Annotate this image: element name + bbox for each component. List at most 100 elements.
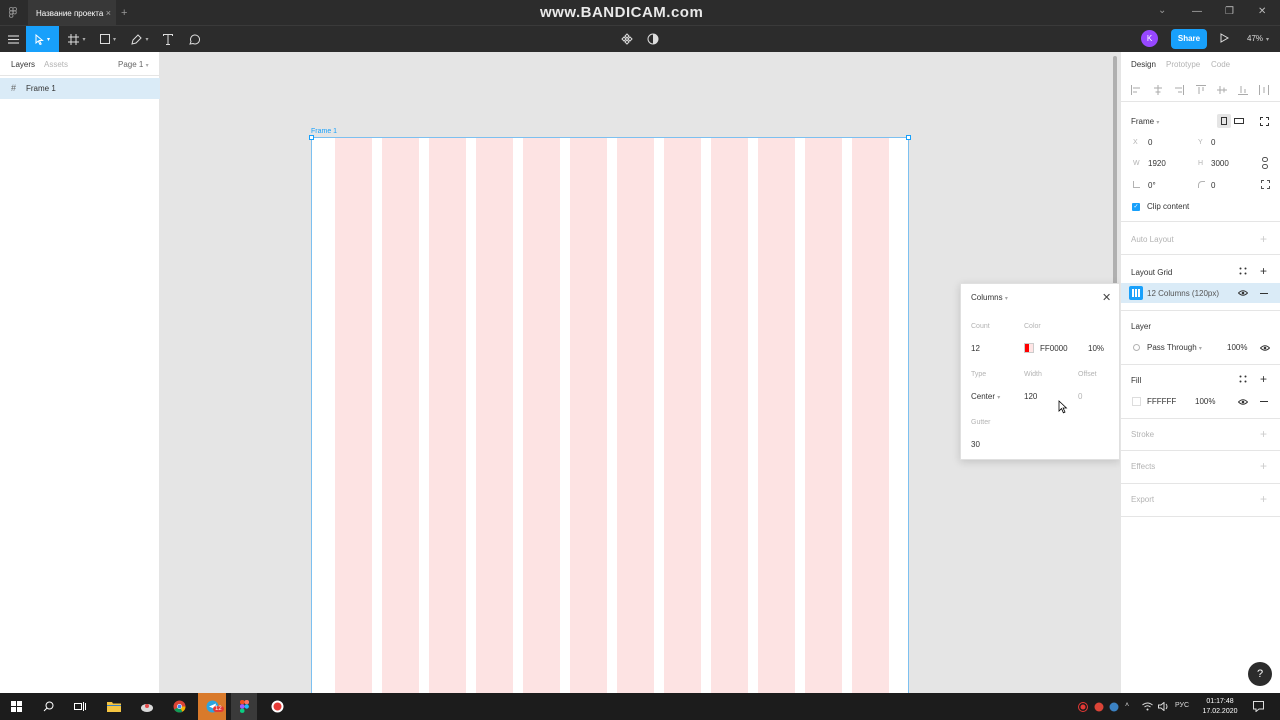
share-button[interactable]: Share <box>1171 29 1207 49</box>
network-tray-icon[interactable] <box>1109 702 1119 712</box>
width-input[interactable]: 120 <box>1024 392 1037 401</box>
shape-tool[interactable]: ▾ <box>95 26 121 52</box>
blend-mode-dropdown[interactable]: Pass Through ▾ <box>1147 343 1202 352</box>
tab-design[interactable]: Design <box>1131 60 1156 69</box>
app-tray-icon[interactable] <box>1094 702 1104 712</box>
color-opacity-input[interactable]: 10% <box>1088 344 1104 353</box>
clip-content-checkbox[interactable]: ✓ <box>1132 203 1140 211</box>
tab-prototype[interactable]: Prototype <box>1166 60 1200 69</box>
app-icon-bird[interactable] <box>134 693 160 720</box>
chevron-down-icon[interactable]: ⌄ <box>1158 5 1166 16</box>
record-tray-icon[interactable] <box>1078 702 1088 712</box>
align-center-h-icon[interactable] <box>1153 85 1163 95</box>
portrait-toggle[interactable] <box>1217 114 1231 128</box>
fill-opacity-input[interactable]: 100% <box>1195 397 1215 406</box>
search-button[interactable] <box>36 693 60 720</box>
add-effect-icon[interactable]: + <box>1260 460 1267 472</box>
width-input[interactable]: 1920 <box>1148 159 1166 168</box>
align-left-icon[interactable] <box>1131 85 1141 95</box>
align-right-icon[interactable] <box>1174 85 1184 95</box>
add-auto-layout-icon[interactable]: + <box>1260 233 1267 245</box>
x-input[interactable]: 0 <box>1148 138 1152 147</box>
independent-corners-icon[interactable] <box>1261 180 1270 189</box>
close-tab-icon[interactable]: × <box>106 8 111 18</box>
rotation-input[interactable]: 0° <box>1148 181 1156 190</box>
close-window-button[interactable]: ✕ <box>1258 6 1266 17</box>
grid-styles-icon[interactable] <box>1239 267 1247 275</box>
constrain-proportions-icon[interactable] <box>1262 157 1268 169</box>
eye-icon[interactable] <box>1260 345 1270 351</box>
new-tab-button[interactable]: + <box>121 7 127 19</box>
fill-color-swatch[interactable] <box>1132 397 1141 406</box>
remove-fill-icon[interactable] <box>1260 401 1268 402</box>
add-export-icon[interactable]: + <box>1260 493 1267 505</box>
close-icon[interactable]: ✕ <box>1102 291 1111 304</box>
grid-type-dropdown[interactable]: Columns ▾ <box>971 293 1008 302</box>
eye-icon[interactable] <box>1238 290 1248 296</box>
help-button[interactable]: ? <box>1248 662 1272 686</box>
zoom-dropdown[interactable]: 47% ▾ <box>1247 34 1269 43</box>
move-tool[interactable]: ▾ <box>26 26 59 52</box>
explorer-app[interactable] <box>101 693 127 720</box>
user-avatar[interactable]: K <box>1141 30 1158 47</box>
restore-button[interactable]: ❐ <box>1225 6 1234 17</box>
project-tab[interactable]: Название проекта × <box>28 0 116 25</box>
add-fill-icon[interactable]: + <box>1260 373 1267 385</box>
color-swatch[interactable] <box>1024 343 1034 353</box>
add-stroke-icon[interactable]: + <box>1260 428 1267 440</box>
frame-1[interactable] <box>311 137 909 693</box>
type-dropdown[interactable]: Center ▾ <box>971 392 1000 401</box>
comment-tool[interactable] <box>184 26 204 52</box>
align-middle-icon[interactable] <box>1217 85 1227 95</box>
telegram-app[interactable]: 12 <box>198 693 226 720</box>
tab-assets[interactable]: Assets <box>44 60 68 69</box>
y-input[interactable]: 0 <box>1211 138 1215 147</box>
align-top-icon[interactable] <box>1196 85 1206 95</box>
height-input[interactable]: 3000 <box>1211 159 1229 168</box>
layout-grid-item[interactable]: 12 Columns (120px) <box>1121 283 1280 303</box>
tab-layers[interactable]: Layers <box>11 60 35 69</box>
minimize-button[interactable]: — <box>1192 6 1202 17</box>
menu-icon[interactable] <box>2 26 24 52</box>
fill-hex-input[interactable]: FFFFFF <box>1147 397 1176 406</box>
volume-icon[interactable] <box>1158 702 1169 711</box>
tab-code[interactable]: Code <box>1211 60 1230 69</box>
contrast-icon[interactable] <box>643 26 663 52</box>
pen-tool[interactable]: ▾ <box>127 26 153 52</box>
resize-handle-top-right[interactable] <box>906 135 911 140</box>
chevron-up-icon[interactable]: ˄ <box>1125 702 1129 709</box>
components-icon[interactable] <box>617 26 637 52</box>
frame-tool[interactable]: ▾ <box>64 26 90 52</box>
columns-grid-icon[interactable] <box>1129 286 1143 300</box>
resize-to-fit-icon[interactable] <box>1260 117 1269 126</box>
text-tool[interactable] <box>158 26 178 52</box>
chrome-app[interactable] <box>166 693 192 720</box>
wifi-icon[interactable] <box>1142 702 1153 711</box>
layer-row-frame-1[interactable]: # Frame 1 <box>0 78 160 99</box>
figma-app[interactable] <box>231 693 257 720</box>
count-input[interactable]: 12 <box>971 344 980 353</box>
resize-handle-top-left[interactable] <box>309 135 314 140</box>
remove-grid-icon[interactable] <box>1260 293 1268 294</box>
corner-radius-input[interactable]: 0 <box>1211 181 1215 190</box>
clock[interactable]: 01:17:48 17.02.2020 <box>1197 697 1243 717</box>
color-hex-input[interactable]: FF0000 <box>1040 344 1068 353</box>
bandicam-app[interactable] <box>263 693 291 720</box>
distribute-icon[interactable] <box>1259 85 1269 95</box>
frame-preset-dropdown[interactable]: Frame ▾ <box>1131 117 1159 126</box>
start-button[interactable] <box>4 693 28 720</box>
page-selector[interactable]: Page 1 ▾ <box>118 60 149 69</box>
landscape-icon[interactable] <box>1234 118 1244 124</box>
layer-opacity-input[interactable]: 100% <box>1227 343 1247 352</box>
notifications-icon[interactable] <box>1253 701 1264 712</box>
add-layout-grid-icon[interactable]: + <box>1260 265 1267 277</box>
offset-input[interactable]: 0 <box>1078 392 1082 401</box>
align-bottom-icon[interactable] <box>1238 85 1248 95</box>
language-indicator[interactable]: РУС <box>1175 702 1189 709</box>
canvas-scrollbar[interactable] <box>1113 56 1117 286</box>
gutter-input[interactable]: 30 <box>971 440 980 449</box>
figma-logo-icon[interactable] <box>9 7 17 18</box>
play-icon[interactable] <box>1220 33 1229 43</box>
task-view-button[interactable] <box>68 693 92 720</box>
fill-styles-icon[interactable] <box>1239 375 1247 383</box>
